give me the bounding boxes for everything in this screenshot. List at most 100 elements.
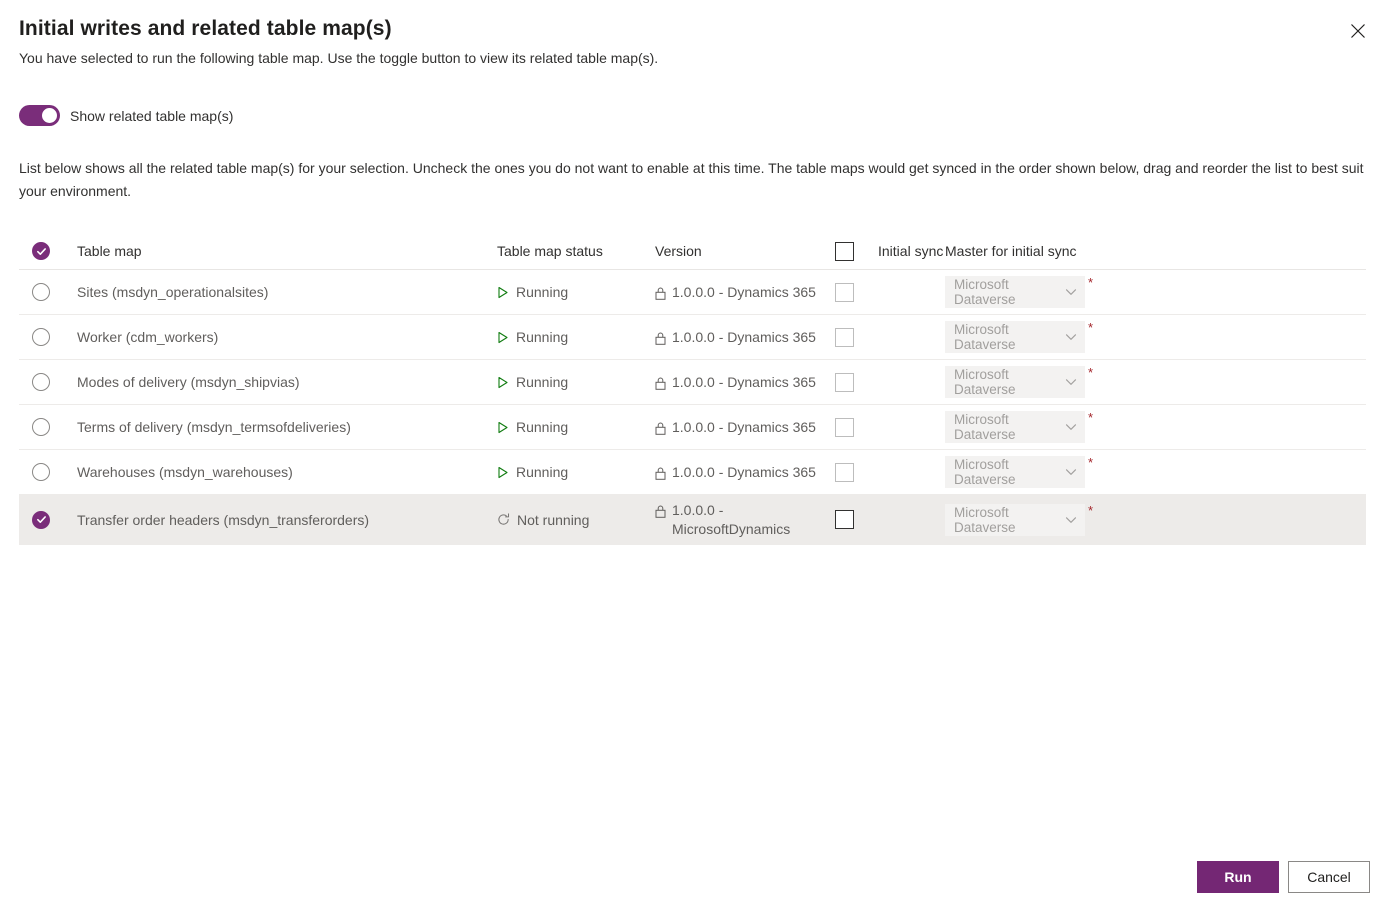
row-table-map-name: Transfer order headers (msdyn_transferor…	[77, 511, 370, 528]
required-asterisk: *	[1088, 275, 1094, 290]
header-table-map: Table map	[77, 243, 142, 259]
master-dropdown-value: Microsoft Dataverse	[954, 367, 1016, 397]
dialog-footer: Run Cancel	[1197, 861, 1370, 893]
row-version: 1.0.0.0 - Dynamics 365	[655, 328, 835, 347]
table-row[interactable]: Worker (cdm_workers) Running 1.0.0.0 - Dyn…	[19, 315, 1366, 360]
row-version-label: 1.0.0.0 - Dynamics 365	[672, 373, 816, 390]
select-all-radio[interactable]	[32, 242, 50, 260]
master-for-initial-sync-dropdown[interactable]: Microsoft Dataverse	[945, 276, 1085, 308]
required-asterisk: *	[1088, 320, 1094, 335]
run-button[interactable]: Run	[1197, 861, 1279, 893]
row-version-label: 1.0.0.0 - Dynamics 365	[672, 463, 816, 480]
row-master-cell: Microsoft Dataverse *	[945, 366, 1265, 398]
master-dropdown-value: Microsoft Dataverse	[954, 412, 1016, 442]
row-table-map-name: Sites (msdyn_operationalsites)	[77, 284, 269, 300]
header-initial-sync-label: Initial sync	[878, 243, 944, 259]
row-version: 1.0.0.0 - Dynamics 365	[655, 463, 835, 482]
row-version: 1.0.0.0 - Dynamics 365	[655, 418, 835, 437]
cancel-button[interactable]: Cancel	[1288, 861, 1370, 893]
row-select-radio[interactable]	[32, 418, 50, 436]
chevron-down-icon	[1065, 514, 1077, 526]
row-initial-sync-checkbox	[835, 282, 854, 302]
row-table-map-name: Warehouses (msdyn_warehouses)	[77, 464, 293, 480]
row-table-map-status: Running	[497, 419, 655, 435]
master-for-initial-sync-dropdown[interactable]: Microsoft Dataverse	[945, 321, 1085, 353]
row-initial-sync-checkbox	[835, 417, 854, 437]
related-table-maps-table: Table map Table map status Version Initi…	[19, 233, 1366, 545]
row-status-label: Not running	[517, 511, 590, 528]
play-icon	[497, 331, 509, 344]
select-all-initial-sync-checkbox[interactable]	[835, 241, 854, 261]
row-initial-sync-cell	[835, 462, 945, 482]
row-table-map-status: Running	[497, 284, 655, 300]
master-dropdown-value: Microsoft Dataverse	[954, 504, 1016, 535]
row-status-label: Running	[516, 464, 569, 480]
row-version-label: 1.0.0.0 - Dynamics 365	[672, 283, 816, 300]
required-asterisk: *	[1088, 455, 1094, 470]
row-version: 1.0.0.0 - Dynamics 365	[655, 373, 835, 392]
master-for-initial-sync-dropdown[interactable]: Microsoft Dataverse	[945, 456, 1085, 488]
chevron-down-icon	[1065, 421, 1077, 433]
toggle-label: Show related table map(s)	[70, 107, 234, 124]
row-select-cell	[19, 510, 77, 529]
header-initial-sync-cell: Initial sync	[835, 241, 945, 261]
play-icon	[497, 421, 509, 434]
play-icon	[497, 286, 509, 299]
row-initial-sync-checkbox	[835, 327, 854, 347]
row-table-map-status: Running	[497, 329, 655, 345]
show-related-table-maps-toggle[interactable]	[19, 105, 60, 126]
row-table-map-status: Running	[497, 374, 655, 390]
table-header-row: Table map Table map status Version Initi…	[19, 233, 1366, 270]
close-button[interactable]	[1341, 14, 1375, 48]
row-initial-sync-checkbox[interactable]	[835, 510, 854, 529]
master-dropdown-value: Microsoft Dataverse	[954, 322, 1016, 352]
row-select-radio[interactable]	[32, 463, 50, 481]
table-row[interactable]: Transfer order headers (msdyn_transferor…	[19, 495, 1366, 545]
row-initial-sync-checkbox	[835, 462, 854, 482]
master-for-initial-sync-dropdown[interactable]: Microsoft Dataverse	[945, 366, 1085, 398]
play-icon	[497, 376, 509, 389]
master-for-initial-sync-dropdown[interactable]: Microsoft Dataverse	[945, 411, 1085, 443]
table-row[interactable]: Warehouses (msdyn_warehouses) Running 1.0.…	[19, 450, 1366, 495]
row-status-label: Running	[516, 374, 569, 390]
row-table-map-status: Not running	[497, 512, 655, 528]
header-table-map-status: Table map status	[497, 243, 603, 259]
row-version-label: 1.0.0.0 - Dynamics 365	[672, 418, 816, 435]
row-select-cell	[19, 283, 77, 301]
row-initial-sync-cell	[835, 510, 945, 529]
row-table-map-name: Terms of delivery (msdyn_termsofdeliveri…	[77, 419, 351, 435]
lock-icon	[655, 376, 666, 390]
toggle-knob	[42, 108, 57, 123]
master-dropdown-value: Microsoft Dataverse	[954, 277, 1016, 307]
row-master-cell: Microsoft Dataverse *	[945, 456, 1265, 488]
row-select-radio[interactable]	[32, 328, 50, 346]
table-row[interactable]: Terms of delivery (msdyn_termsofdeliveri…	[19, 405, 1366, 450]
row-master-cell: Microsoft Dataverse *	[945, 502, 1265, 536]
row-table-map-status: Running	[497, 464, 655, 480]
master-for-initial-sync-dropdown[interactable]: Microsoft Dataverse	[945, 503, 1085, 536]
row-select-radio[interactable]	[32, 373, 50, 391]
row-select-cell	[19, 328, 77, 346]
page-title: Initial writes and related table map(s)	[19, 17, 392, 40]
lock-icon	[655, 504, 666, 518]
table-row[interactable]: Modes of delivery (msdyn_shipvias) Runnin…	[19, 360, 1366, 405]
row-select-radio[interactable]	[32, 510, 50, 529]
chevron-down-icon	[1065, 286, 1077, 298]
play-icon	[497, 466, 509, 479]
row-status-label: Running	[516, 419, 569, 435]
dialog-description: List below shows all the related table m…	[19, 160, 1364, 199]
row-select-radio[interactable]	[32, 283, 50, 301]
table-row[interactable]: Sites (msdyn_operationalsites) Running 1.0…	[19, 270, 1366, 315]
header-version: Version	[655, 242, 702, 259]
required-asterisk: *	[1088, 502, 1094, 518]
row-master-cell: Microsoft Dataverse *	[945, 276, 1265, 308]
row-version: 1.0.0.0 - Dynamics 365	[655, 283, 835, 302]
row-select-cell	[19, 373, 77, 391]
row-status-label: Running	[516, 329, 569, 345]
lock-icon	[655, 286, 666, 300]
dialog-subtitle: You have selected to run the following t…	[19, 50, 659, 66]
row-version: 1.0.0.0 - MicrosoftDynamics	[655, 501, 835, 539]
row-initial-sync-cell	[835, 372, 945, 392]
lock-icon	[655, 466, 666, 480]
required-asterisk: *	[1088, 410, 1094, 425]
